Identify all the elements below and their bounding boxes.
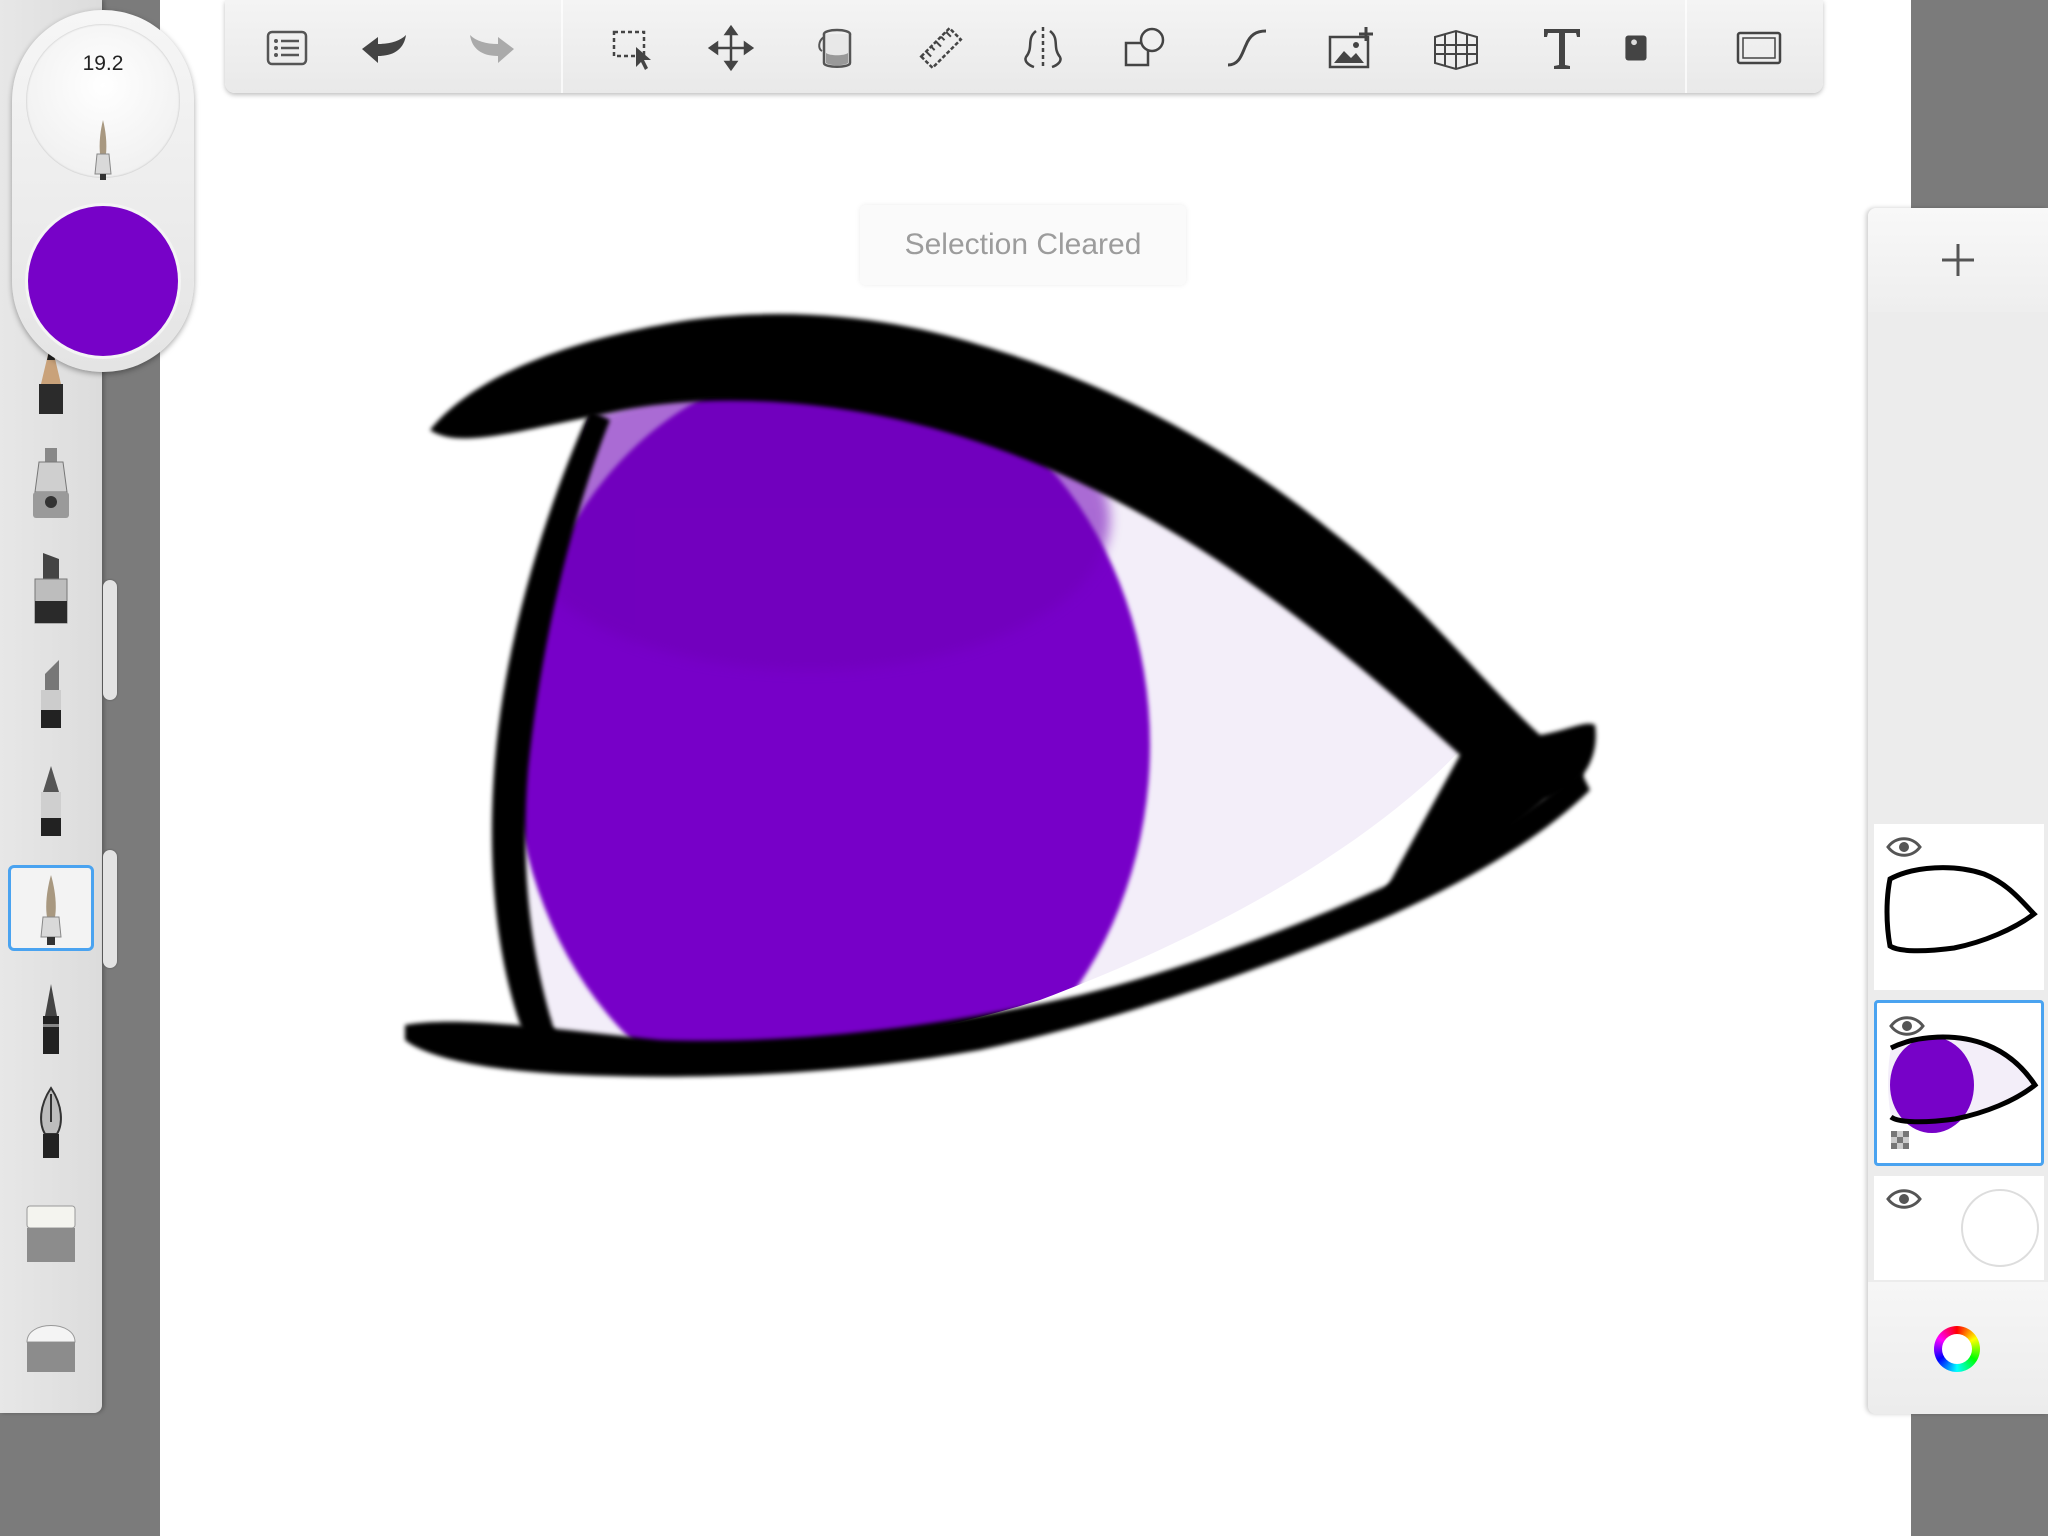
redo-icon[interactable]: [461, 18, 525, 78]
curve-icon[interactable]: [1215, 18, 1279, 78]
paintbrush-icon: [94, 120, 112, 180]
fill-bucket-icon[interactable]: [805, 18, 869, 78]
menu-list-icon[interactable]: [255, 18, 319, 78]
airbrush-brush[interactable]: [8, 440, 94, 526]
fullscreen-icon[interactable]: [1727, 18, 1791, 78]
perspective-grid-icon[interactable]: [1424, 18, 1488, 78]
opacity-scroll-handle[interactable]: [103, 850, 117, 968]
brush-scroll-handle[interactable]: [103, 580, 117, 700]
plus-icon: [1942, 244, 1974, 276]
add-image-icon[interactable]: [1319, 18, 1383, 78]
hard-eraser-brush[interactable]: [8, 1188, 94, 1274]
eye-icon[interactable]: [1886, 834, 1922, 860]
layer-panel: [1868, 208, 2048, 1414]
symmetry-icon[interactable]: [1011, 18, 1075, 78]
layer-iris[interactable]: [1874, 1000, 2044, 1166]
color-wheel-icon[interactable]: [1934, 1326, 1980, 1372]
fineliner-brush[interactable]: [8, 976, 94, 1062]
ruler-icon[interactable]: [909, 18, 973, 78]
eye-icon[interactable]: [1889, 1013, 1925, 1039]
shapes-icon[interactable]: [1113, 18, 1177, 78]
layer-outline[interactable]: [1874, 824, 2044, 990]
layer-background[interactable]: [1874, 1176, 2044, 1280]
undo-icon[interactable]: [351, 18, 415, 78]
paintbrush-brush[interactable]: [8, 865, 94, 951]
stamp-icon[interactable]: [1611, 18, 1659, 78]
selection-icon[interactable]: [601, 18, 665, 78]
fountain-pen-brush[interactable]: [8, 1080, 94, 1166]
brush-size-puck[interactable]: 19.2: [26, 24, 180, 180]
marker-brush[interactable]: [8, 545, 94, 631]
text-icon[interactable]: [1530, 18, 1594, 78]
brush-size-value: 19.2: [82, 52, 124, 75]
top-toolbar: [225, 0, 1823, 93]
eye-icon[interactable]: [1886, 1186, 1922, 1212]
soft-eraser-brush[interactable]: [8, 1298, 94, 1384]
color-puck[interactable]: [28, 206, 178, 356]
add-layer-button[interactable]: [1868, 208, 2048, 312]
brush-puck: 19.2: [12, 10, 194, 372]
ballpoint-pen-brush[interactable]: [8, 758, 94, 844]
chisel-marker-brush[interactable]: [8, 650, 94, 736]
transform-icon[interactable]: [699, 18, 763, 78]
layer-panel-footer: [1868, 1282, 2048, 1414]
toast-message: Selection Cleared: [860, 205, 1186, 285]
